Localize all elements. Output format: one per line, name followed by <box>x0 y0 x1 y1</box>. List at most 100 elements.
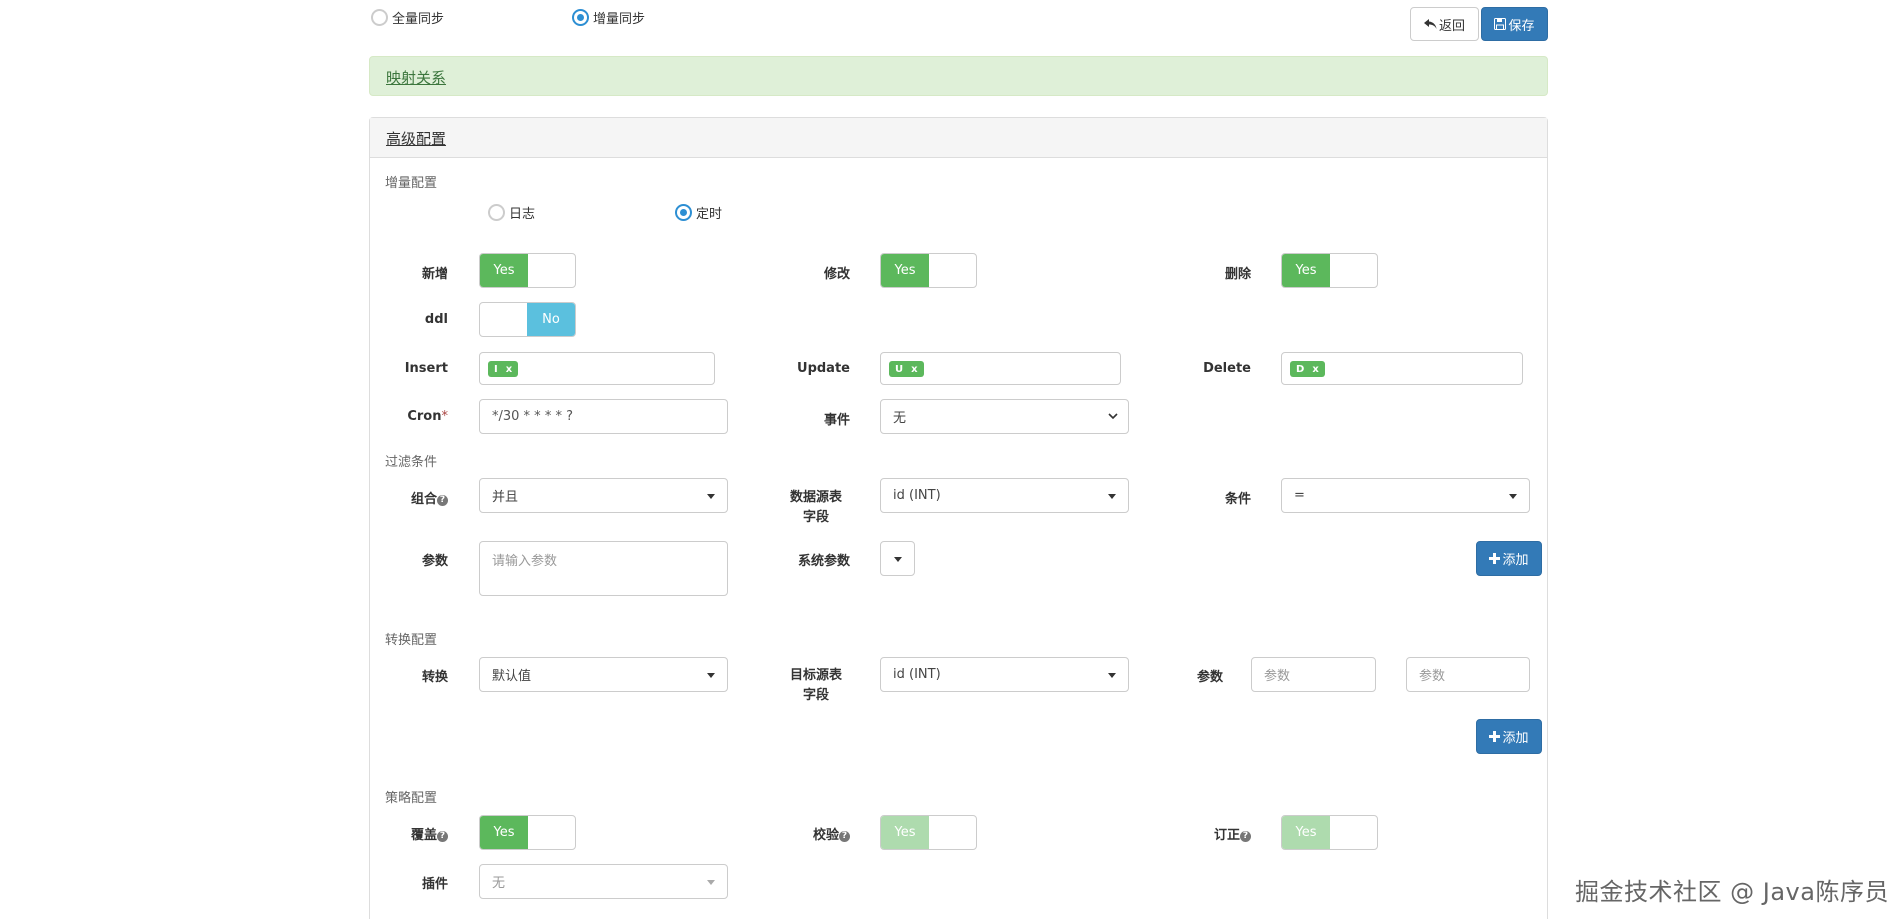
correct-toggle-state: Yes <box>1282 816 1330 849</box>
cron-label-text: Cron <box>407 409 442 424</box>
verify-toggle[interactable]: Yes <box>880 815 977 850</box>
remove-tag-icon[interactable]: x <box>911 364 917 375</box>
mapping-link[interactable]: 映射关系 <box>386 67 446 88</box>
required-mark: * <box>441 409 449 424</box>
caret-down-icon <box>707 673 715 678</box>
insert-label: Insert <box>404 361 448 376</box>
advanced-panel-title[interactable]: 高级配置 <box>386 128 446 149</box>
caret-down-icon <box>1509 494 1517 499</box>
save-label: 保存 <box>1508 18 1535 34</box>
caret-down-icon <box>707 494 715 499</box>
verify-label: 校验? <box>782 824 850 843</box>
convert-select-value: 默认值 <box>492 669 532 684</box>
update-tag-input[interactable]: Ux <box>880 352 1121 385</box>
remove-tag-icon[interactable]: x <box>506 364 512 375</box>
insert-tag: Ix <box>488 361 519 377</box>
radio-checked-icon <box>675 204 692 221</box>
event-select[interactable]: 无 <box>880 399 1129 434</box>
filter-section-title: 过滤条件 <box>385 455 438 470</box>
reply-icon <box>1423 18 1437 29</box>
delete-toggle[interactable]: Yes <box>1281 253 1378 288</box>
help-icon[interactable]: ? <box>839 831 850 842</box>
filter-param-textarea[interactable]: 请输入参数 <box>479 541 728 596</box>
incremental-sync-label: 增量同步 <box>593 12 646 27</box>
page: 全量同步 增量同步 返回 保存 映射关系 高级配置 增量配置 日志 定时 新增 … <box>0 0 1904 919</box>
insert-tag-input[interactable]: Ix <box>479 352 715 385</box>
correct-toggle[interactable]: Yes <box>1281 815 1378 850</box>
radio-checked-icon <box>572 9 589 26</box>
system-param-select[interactable] <box>880 541 915 576</box>
convert-param-input-1[interactable]: 参数 <box>1251 657 1376 692</box>
verify-toggle-state: Yes <box>881 816 929 849</box>
update-label: Update <box>797 361 850 376</box>
target-field-label: 目标源表 字段 <box>782 666 850 706</box>
combine-select-value: 并且 <box>492 490 519 505</box>
target-field-select[interactable]: id (INT) <box>880 657 1129 692</box>
help-icon[interactable]: ? <box>437 495 448 506</box>
convert-select[interactable]: 默认值 <box>479 657 728 692</box>
back-button[interactable]: 返回 <box>1410 7 1479 41</box>
source-field-select-value: id (INT) <box>893 488 941 503</box>
timer-mode-label: 定时 <box>696 207 723 222</box>
delete-label: 删除 <box>1224 267 1251 282</box>
delete-tag-text: D <box>1296 363 1305 375</box>
modify-toggle-state: Yes <box>881 254 929 287</box>
override-toggle[interactable]: Yes <box>479 815 576 850</box>
caret-down-icon <box>707 880 715 885</box>
override-label-text: 覆盖 <box>410 828 437 843</box>
condition-select-value: = <box>1294 488 1305 503</box>
watermark: 掘金技术社区 @ Java陈序员 <box>1575 878 1889 906</box>
save-icon <box>1494 18 1507 30</box>
source-field-label-line2: 字段 <box>802 510 829 525</box>
delete-tag-input[interactable]: Dx <box>1281 352 1523 385</box>
event-select-value: 无 <box>893 411 907 426</box>
plugin-select[interactable]: 无 <box>479 864 728 899</box>
remove-tag-icon[interactable]: x <box>1312 364 1318 375</box>
save-button[interactable]: 保存 <box>1481 7 1548 41</box>
target-field-select-value: id (INT) <box>893 667 941 682</box>
ddl-toggle[interactable]: No <box>479 302 576 337</box>
system-param-label: 系统参数 <box>797 554 850 569</box>
add-toggle[interactable]: Yes <box>479 253 576 288</box>
ddl-label: ddl <box>424 312 448 327</box>
convert-param-label: 参数 <box>1196 670 1223 685</box>
cron-input[interactable]: */30 * * * * ? <box>479 399 728 434</box>
full-sync-radio[interactable]: 全量同步 <box>371 8 444 27</box>
override-toggle-state: Yes <box>480 816 528 849</box>
mapping-panel: 映射关系 <box>369 56 1548 96</box>
chevron-down-icon <box>1108 413 1118 420</box>
insert-tag-text: I <box>494 363 498 375</box>
timer-mode-radio[interactable]: 定时 <box>675 203 722 222</box>
event-select-label: 事件 <box>823 413 850 428</box>
full-sync-label: 全量同步 <box>392 12 445 27</box>
update-tag-text: U <box>895 363 904 375</box>
plugin-select-value: 无 <box>492 876 506 891</box>
help-icon[interactable]: ? <box>1240 831 1251 842</box>
filter-param-label: 参数 <box>421 554 448 569</box>
delete-event-label: Delete <box>1203 361 1251 376</box>
caret-down-icon <box>1108 673 1116 678</box>
target-field-label-line2: 字段 <box>802 688 829 703</box>
convert-param-input-2[interactable]: 参数 <box>1406 657 1530 692</box>
modify-toggle[interactable]: Yes <box>880 253 977 288</box>
add-toggle-state: Yes <box>480 254 528 287</box>
advanced-panel-header[interactable]: 高级配置 <box>370 118 1547 158</box>
delete-tag: Dx <box>1290 361 1325 377</box>
source-field-select[interactable]: id (INT) <box>880 478 1129 513</box>
log-mode-radio[interactable]: 日志 <box>488 203 535 222</box>
filter-add-button[interactable]: 添加 <box>1476 541 1542 576</box>
combine-select[interactable]: 并且 <box>479 478 728 513</box>
combine-label: 组合? <box>380 488 448 507</box>
correct-label-text: 订正 <box>1213 828 1240 843</box>
source-field-label-line1: 数据源表 <box>789 490 842 505</box>
help-icon[interactable]: ? <box>437 831 448 842</box>
convert-add-button[interactable]: 添加 <box>1476 719 1542 754</box>
correct-label: 订正? <box>1183 824 1251 843</box>
condition-select[interactable]: = <box>1281 478 1530 513</box>
modify-label: 修改 <box>823 267 850 282</box>
incremental-sync-radio[interactable]: 增量同步 <box>572 8 645 27</box>
strategy-section-title: 策略配置 <box>385 791 438 806</box>
plugin-label: 插件 <box>421 877 448 892</box>
source-field-label: 数据源表 字段 <box>782 488 850 528</box>
radio-unchecked-icon <box>488 204 505 221</box>
